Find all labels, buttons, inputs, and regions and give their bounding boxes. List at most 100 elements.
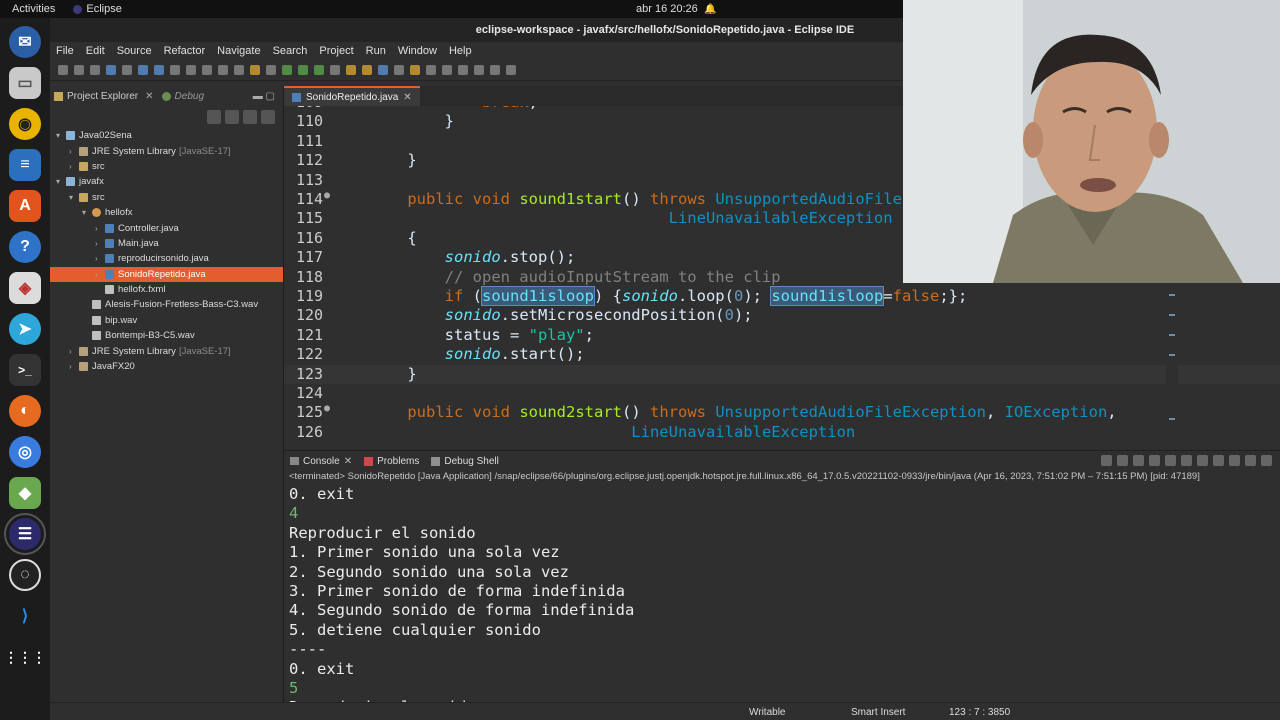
tree-item[interactable]: › Main.java	[50, 236, 283, 251]
tree-item[interactable]: bip.wav	[50, 313, 283, 328]
maximize-icon[interactable]	[1261, 455, 1272, 466]
fold-marker-icon[interactable]: ●	[324, 403, 330, 414]
expand-chevron-icon[interactable]: ›	[95, 254, 105, 263]
expand-chevron-icon[interactable]: ›	[95, 239, 105, 248]
rhythmbox-icon[interactable]: ◉	[9, 108, 41, 140]
occurrence-marker[interactable]	[1169, 354, 1175, 356]
suspend-icon[interactable]	[154, 64, 164, 75]
code-line[interactable]: 126 LineUnavailableException	[284, 423, 1280, 442]
telegram-icon[interactable]: ➤	[9, 313, 41, 345]
expand-chevron-icon[interactable]: ▾	[69, 193, 79, 202]
tree-item[interactable]: › src	[50, 159, 283, 174]
scroll-lock-icon[interactable]	[1149, 455, 1160, 466]
coverage-icon[interactable]	[314, 64, 324, 75]
eclipse-icon[interactable]: ☰	[4, 513, 46, 555]
expand-chevron-icon[interactable]: ▾	[56, 131, 66, 140]
drop-frame-icon[interactable]	[250, 64, 260, 75]
forward-icon[interactable]	[490, 64, 500, 75]
open-type-icon[interactable]	[394, 64, 404, 75]
tab-debug-shell[interactable]: Debug Shell	[431, 456, 499, 467]
close-icon[interactable]: ✕	[344, 456, 352, 467]
use-step-filters-icon[interactable]	[266, 64, 276, 75]
show-apps-icon[interactable]: ⋮⋮⋮	[4, 641, 46, 673]
external-tools-icon[interactable]	[330, 64, 340, 75]
tree-item[interactable]: hellofx.fxml	[50, 282, 283, 297]
tab-console[interactable]: Console ✕	[290, 456, 352, 467]
chrome-icon[interactable]: ◎	[9, 436, 41, 468]
toggle-mark-occurrences-icon[interactable]	[426, 64, 436, 75]
expand-chevron-icon[interactable]: ›	[69, 347, 79, 356]
menu-refactor[interactable]: Refactor	[164, 45, 206, 57]
activities-button[interactable]: Activities	[0, 3, 55, 15]
terminate-icon[interactable]	[1101, 455, 1112, 466]
code-line[interactable]: 123 }	[284, 364, 1280, 384]
next-annotation-icon[interactable]	[442, 64, 452, 75]
tab-project-explorer[interactable]: Project Explorer ✕	[54, 91, 154, 102]
tree-item[interactable]: › JRE System Library [JavaSE-17]	[50, 143, 283, 158]
software-center-icon[interactable]: A	[9, 190, 41, 222]
tab-problems[interactable]: Problems	[364, 456, 419, 467]
notification-bell-icon[interactable]: 🔔	[704, 4, 716, 15]
clock[interactable]: abr 16 20:26	[636, 3, 698, 15]
thunderbird-icon[interactable]: ✉	[9, 26, 41, 58]
code-line[interactable]: 122 sonido.start();	[284, 345, 1280, 364]
step-over-icon[interactable]	[218, 64, 228, 75]
minimize-icon[interactable]	[1245, 455, 1256, 466]
obs-icon[interactable]: ◌	[9, 559, 41, 591]
image-viewer-icon[interactable]: ◈	[9, 272, 41, 304]
perspective-icon[interactable]	[506, 64, 516, 75]
tree-item[interactable]: › JavaFX20	[50, 359, 283, 374]
expand-chevron-icon[interactable]: ▾	[82, 208, 92, 217]
fold-marker-icon[interactable]: ●	[324, 190, 330, 201]
console-output[interactable]: 0. exit 4 Reproducir el sonido 1. Primer so…	[284, 485, 1280, 718]
console-icon[interactable]	[106, 64, 116, 75]
menu-run[interactable]: Run	[366, 45, 386, 57]
collapse-all-icon[interactable]	[207, 110, 221, 124]
filter-icon[interactable]	[243, 110, 257, 124]
save-all-icon[interactable]	[90, 64, 100, 75]
new-class-icon[interactable]	[378, 64, 388, 75]
tree-item[interactable]: › SonidoRepetido.java	[50, 266, 283, 282]
tree-item[interactable]: ▾ hellofx	[50, 205, 283, 220]
tree-item[interactable]: Alesis-Fusion-Fretless-Bass-C3.wav	[50, 297, 283, 312]
menu-navigate[interactable]: Navigate	[217, 45, 260, 57]
resume-icon[interactable]	[138, 64, 148, 75]
step-return-icon[interactable]	[234, 64, 244, 75]
new-icon[interactable]	[58, 64, 68, 75]
run-icon[interactable]	[298, 64, 308, 75]
occurrence-marker[interactable]	[1169, 418, 1175, 420]
terminal-icon[interactable]: >_	[9, 354, 41, 386]
show-on-output-icon[interactable]	[1181, 455, 1192, 466]
minimize-maximize-icon[interactable]: ▬ ▢	[253, 91, 275, 102]
new-package-icon[interactable]	[362, 64, 372, 75]
menu-help[interactable]: Help	[449, 45, 472, 57]
code-line[interactable]: 124	[284, 384, 1280, 403]
display-console-icon[interactable]	[1213, 455, 1224, 466]
close-icon[interactable]: ✕	[403, 92, 411, 103]
tree-item[interactable]: › JRE System Library [JavaSE-17]	[50, 343, 283, 358]
occurrence-marker[interactable]	[1169, 294, 1175, 296]
tree-item[interactable]: ▾ javafx	[50, 174, 283, 189]
skip-breakpoints-icon[interactable]	[122, 64, 132, 75]
code-line[interactable]: 121 status = "play";	[284, 326, 1280, 345]
code-line[interactable]: 119 if (sound1isloop) {sonido.loop(0); s…	[284, 286, 1280, 306]
tree-item[interactable]: › Controller.java	[50, 220, 283, 235]
editor-tab-sonidorepetido[interactable]: SonidoRepetido.java ✕	[284, 86, 420, 106]
menu-window[interactable]: Window	[398, 45, 437, 57]
occurrence-marker[interactable]	[1169, 334, 1175, 336]
occurrence-marker[interactable]	[1169, 314, 1175, 316]
expand-chevron-icon[interactable]: ▾	[56, 177, 66, 186]
back-icon[interactable]	[474, 64, 484, 75]
step-into-icon[interactable]	[202, 64, 212, 75]
expand-chevron-icon[interactable]: ›	[69, 147, 79, 156]
disconnect-icon[interactable]	[186, 64, 196, 75]
save-icon[interactable]	[74, 64, 84, 75]
remove-launch-icon[interactable]	[1117, 455, 1128, 466]
app-menu[interactable]: Eclipse	[73, 3, 122, 15]
menu-edit[interactable]: Edit	[86, 45, 105, 57]
tree-item[interactable]: ▾ src	[50, 190, 283, 205]
writer-icon[interactable]: ≡	[9, 149, 41, 181]
tab-debug[interactable]: Debug	[161, 91, 204, 102]
remove-all-icon[interactable]	[1133, 455, 1144, 466]
tree-item[interactable]: Bontempi-B3-C5.wav	[50, 328, 283, 343]
